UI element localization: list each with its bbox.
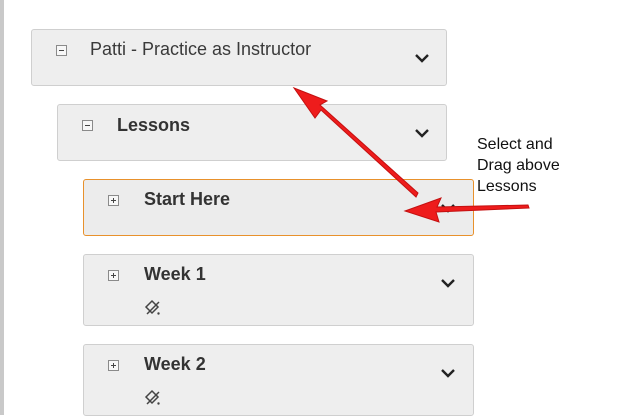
arrow-up-left-icon [292,86,419,198]
annotation-line: Drag above [477,157,560,174]
annotation-line: Lessons [477,178,537,195]
annotation-line: Select and [477,136,553,153]
arrow-left-icon [403,197,530,223]
annotation-text: Select and Drag above Lessons [477,134,617,197]
annotation-arrows [292,86,530,223]
